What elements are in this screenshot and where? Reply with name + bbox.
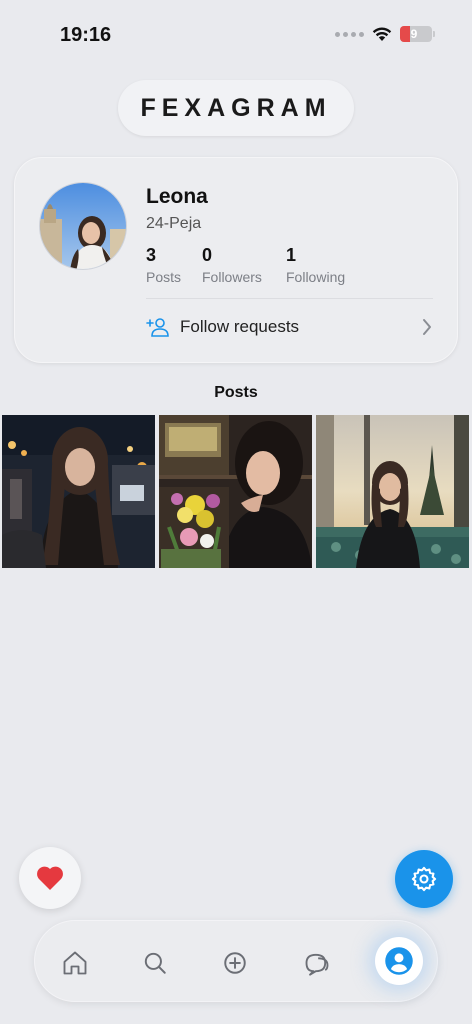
nav-search[interactable] bbox=[135, 943, 175, 983]
posts-grid bbox=[2, 415, 469, 568]
battery-level: 9 bbox=[410, 27, 418, 41]
status-bar: 19:16 9 bbox=[0, 0, 472, 60]
add-person-icon bbox=[146, 318, 169, 337]
nav-add[interactable] bbox=[215, 943, 255, 983]
profile-avatar[interactable] bbox=[39, 182, 127, 270]
stat-following[interactable]: 1 Following bbox=[286, 245, 345, 285]
app-logo-pill: FEXAGRAM bbox=[118, 80, 354, 136]
post-photo-1[interactable] bbox=[2, 415, 155, 568]
post-photo-2[interactable] bbox=[159, 415, 312, 568]
like-button[interactable] bbox=[19, 847, 81, 909]
follow-requests-label: Follow requests bbox=[180, 317, 300, 336]
battery-icon: 9 bbox=[400, 26, 435, 42]
nav-home[interactable] bbox=[55, 943, 95, 983]
status-time: 19:16 bbox=[60, 24, 112, 46]
profile-name: Leona bbox=[146, 185, 208, 208]
card-divider bbox=[146, 298, 433, 299]
bottom-nav bbox=[34, 920, 438, 1002]
stat-posts-label: Posts bbox=[146, 269, 182, 285]
stat-posts[interactable]: 3 Posts bbox=[146, 245, 181, 285]
profile-icon bbox=[385, 947, 413, 975]
nav-profile[interactable] bbox=[375, 937, 423, 985]
stat-following-label: Following bbox=[286, 269, 346, 285]
heart-icon bbox=[37, 866, 63, 890]
app-logo: FEXAGRAM bbox=[140, 93, 332, 122]
add-icon bbox=[224, 952, 246, 974]
stat-following-value: 1 bbox=[286, 245, 297, 265]
profile-card: Leona 24-Peja 3 Posts 0 Followers 1 Foll… bbox=[14, 157, 458, 363]
profile-subtitle: 24-Peja bbox=[146, 215, 202, 232]
home-icon bbox=[63, 951, 87, 975]
stat-followers-label: Followers bbox=[202, 269, 262, 285]
cellular-signal-icon bbox=[335, 31, 364, 37]
settings-button[interactable] bbox=[395, 850, 453, 908]
chevron-right-icon bbox=[423, 319, 431, 335]
status-icons: 9 bbox=[335, 26, 435, 42]
nav-chat[interactable] bbox=[297, 943, 337, 983]
stat-posts-value: 3 bbox=[146, 245, 157, 265]
stat-followers-value: 0 bbox=[202, 245, 213, 265]
posts-heading: Posts bbox=[214, 384, 258, 401]
chat-icon bbox=[305, 953, 329, 976]
wifi-icon bbox=[372, 27, 392, 41]
post-photo-3[interactable] bbox=[316, 415, 469, 568]
follow-requests-row[interactable]: Follow requests bbox=[146, 312, 433, 342]
stat-followers[interactable]: 0 Followers bbox=[202, 245, 262, 285]
search-icon bbox=[144, 952, 166, 974]
gear-icon bbox=[411, 866, 437, 892]
